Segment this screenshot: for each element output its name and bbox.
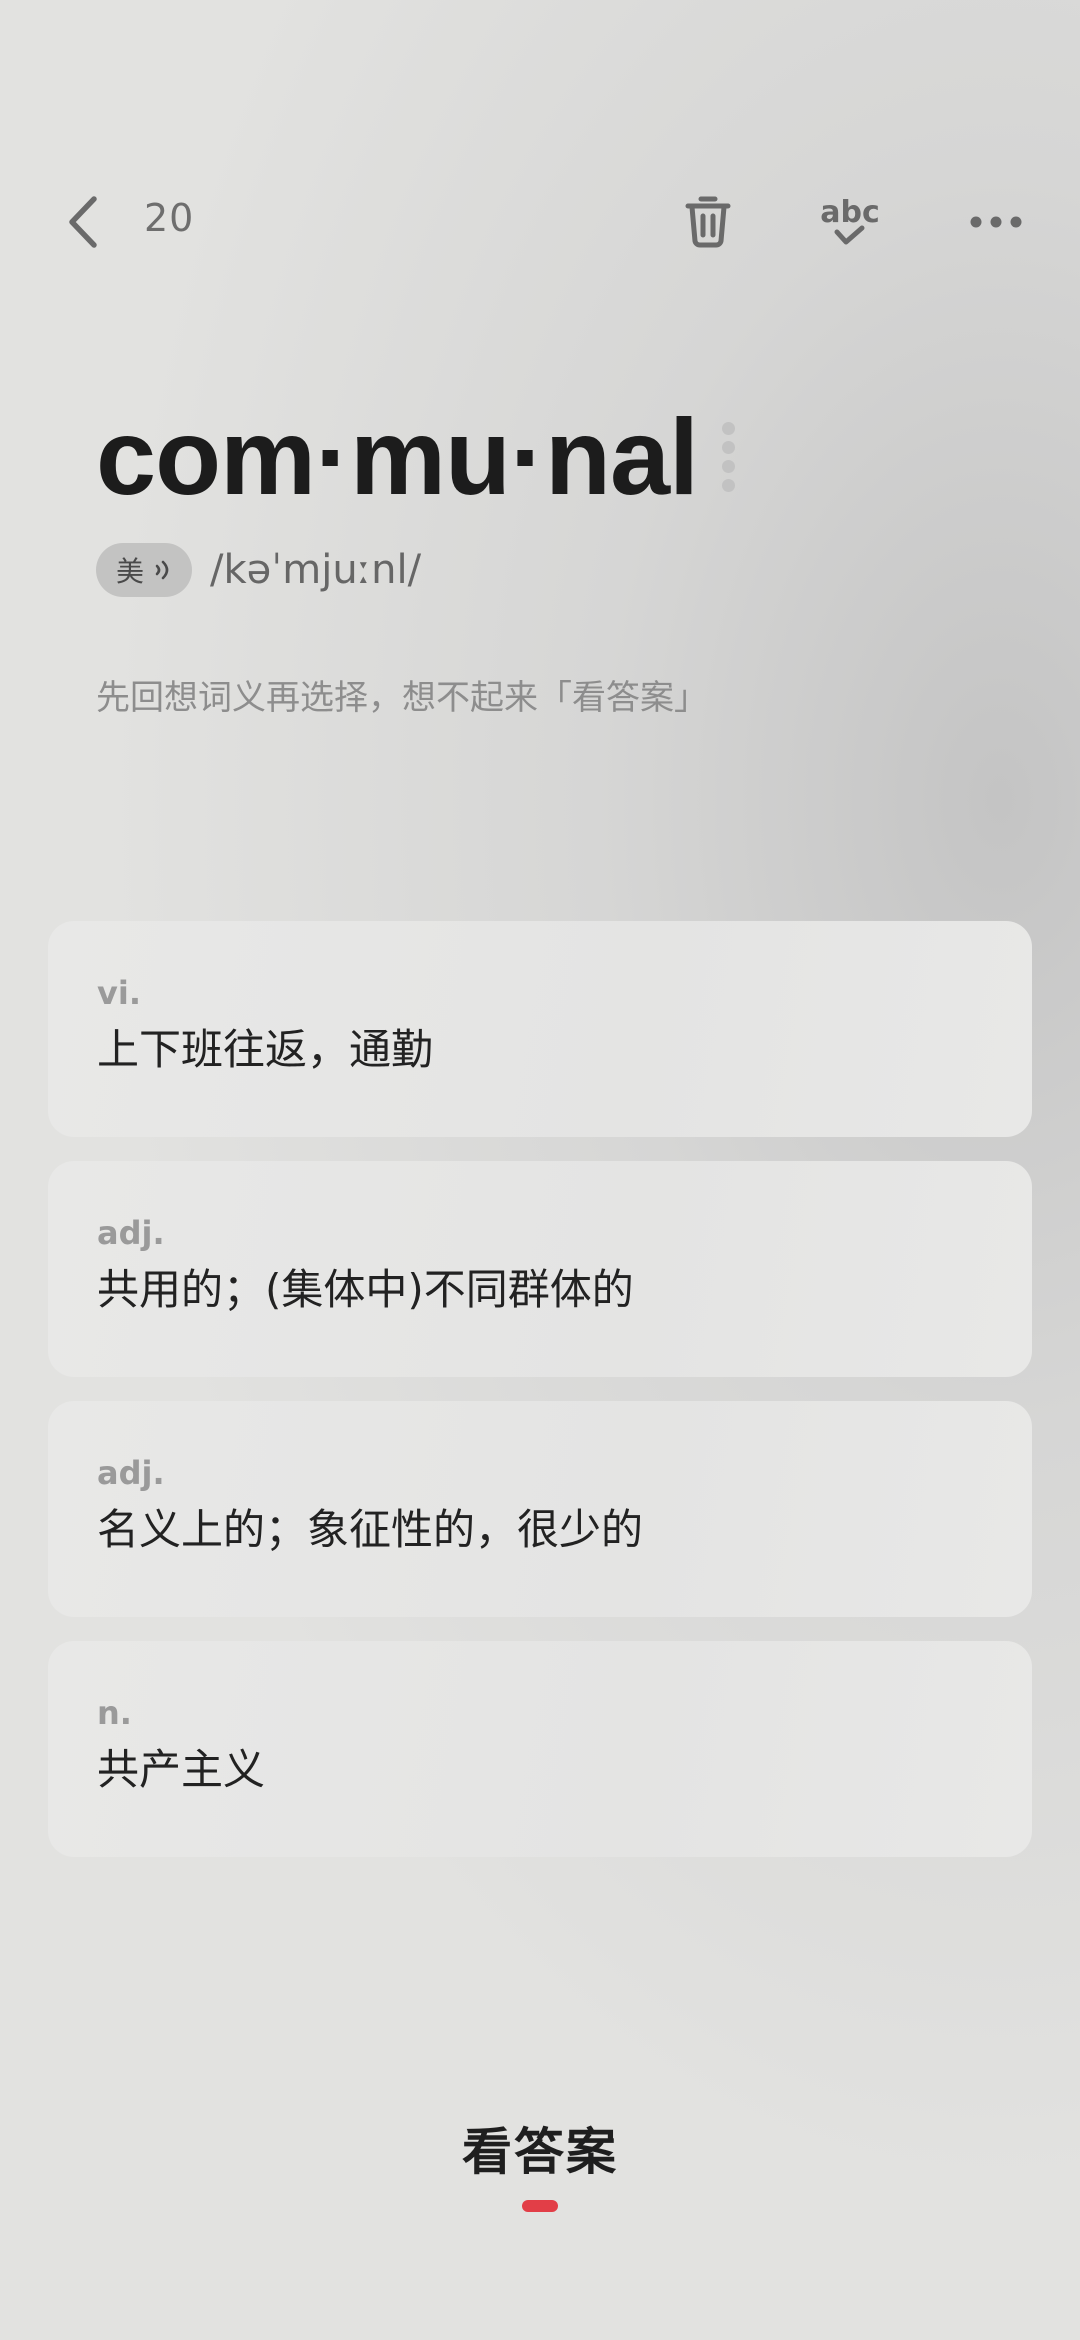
option-card[interactable]: n. 共产主义 <box>48 1641 1032 1857</box>
more-horizontal-icon <box>970 216 1022 228</box>
abc-check-icon: abc <box>820 195 880 245</box>
part-of-speech: adj. <box>97 1454 165 1492</box>
part-of-speech: adj. <box>97 1214 165 1252</box>
word-header: com·mu·nal <box>96 392 736 522</box>
definition-options: vi. 上下班往返，通勤 adj. 共用的；(集体中)不同群体的 adj. 名义… <box>48 921 1032 1881</box>
word-count: 20 <box>144 196 195 240</box>
svg-text:abc: abc <box>820 195 880 230</box>
instruction-hint: 先回想词义再选择，想不起来「看答案」 <box>96 678 708 718</box>
definition-text: 共产主义 <box>97 1745 266 1794</box>
top-bar: 20 abc <box>0 170 1080 270</box>
trash-icon <box>685 196 731 248</box>
more-button[interactable] <box>961 190 1031 254</box>
part-of-speech: n. <box>97 1694 132 1732</box>
option-card[interactable]: adj. 名义上的；象征性的，很少的 <box>48 1401 1032 1617</box>
option-card[interactable]: vi. 上下班往返，通勤 <box>48 921 1032 1137</box>
show-answer-button[interactable]: 看答案 <box>0 2112 1080 2212</box>
show-answer-label: 看答案 <box>462 2123 618 2181</box>
option-card[interactable]: adj. 共用的；(集体中)不同群体的 <box>48 1161 1032 1377</box>
phonetic-text: /kəˈmjuːnl/ <box>210 547 422 593</box>
definition-text: 上下班往返，通勤 <box>97 1025 434 1074</box>
accent-label: 美 <box>115 555 144 588</box>
definition-text: 名义上的；象征性的，很少的 <box>97 1505 644 1554</box>
spelling-button[interactable]: abc <box>815 190 885 254</box>
delete-button[interactable] <box>673 190 743 254</box>
definition-text: 共用的；(集体中)不同群体的 <box>97 1265 634 1314</box>
vocab-word: com·mu·nal <box>96 396 699 517</box>
drag-handle-icon[interactable] <box>722 422 736 492</box>
chevron-left-icon <box>69 196 97 248</box>
part-of-speech: vi. <box>97 974 141 1012</box>
pronounce-us-button[interactable]: 美 <box>96 543 192 597</box>
answer-indicator <box>522 2200 558 2212</box>
back-button[interactable] <box>58 192 108 252</box>
speaker-icon <box>155 560 169 580</box>
pronunciation-row: 美 /kəˈmjuːnl/ <box>96 542 421 598</box>
